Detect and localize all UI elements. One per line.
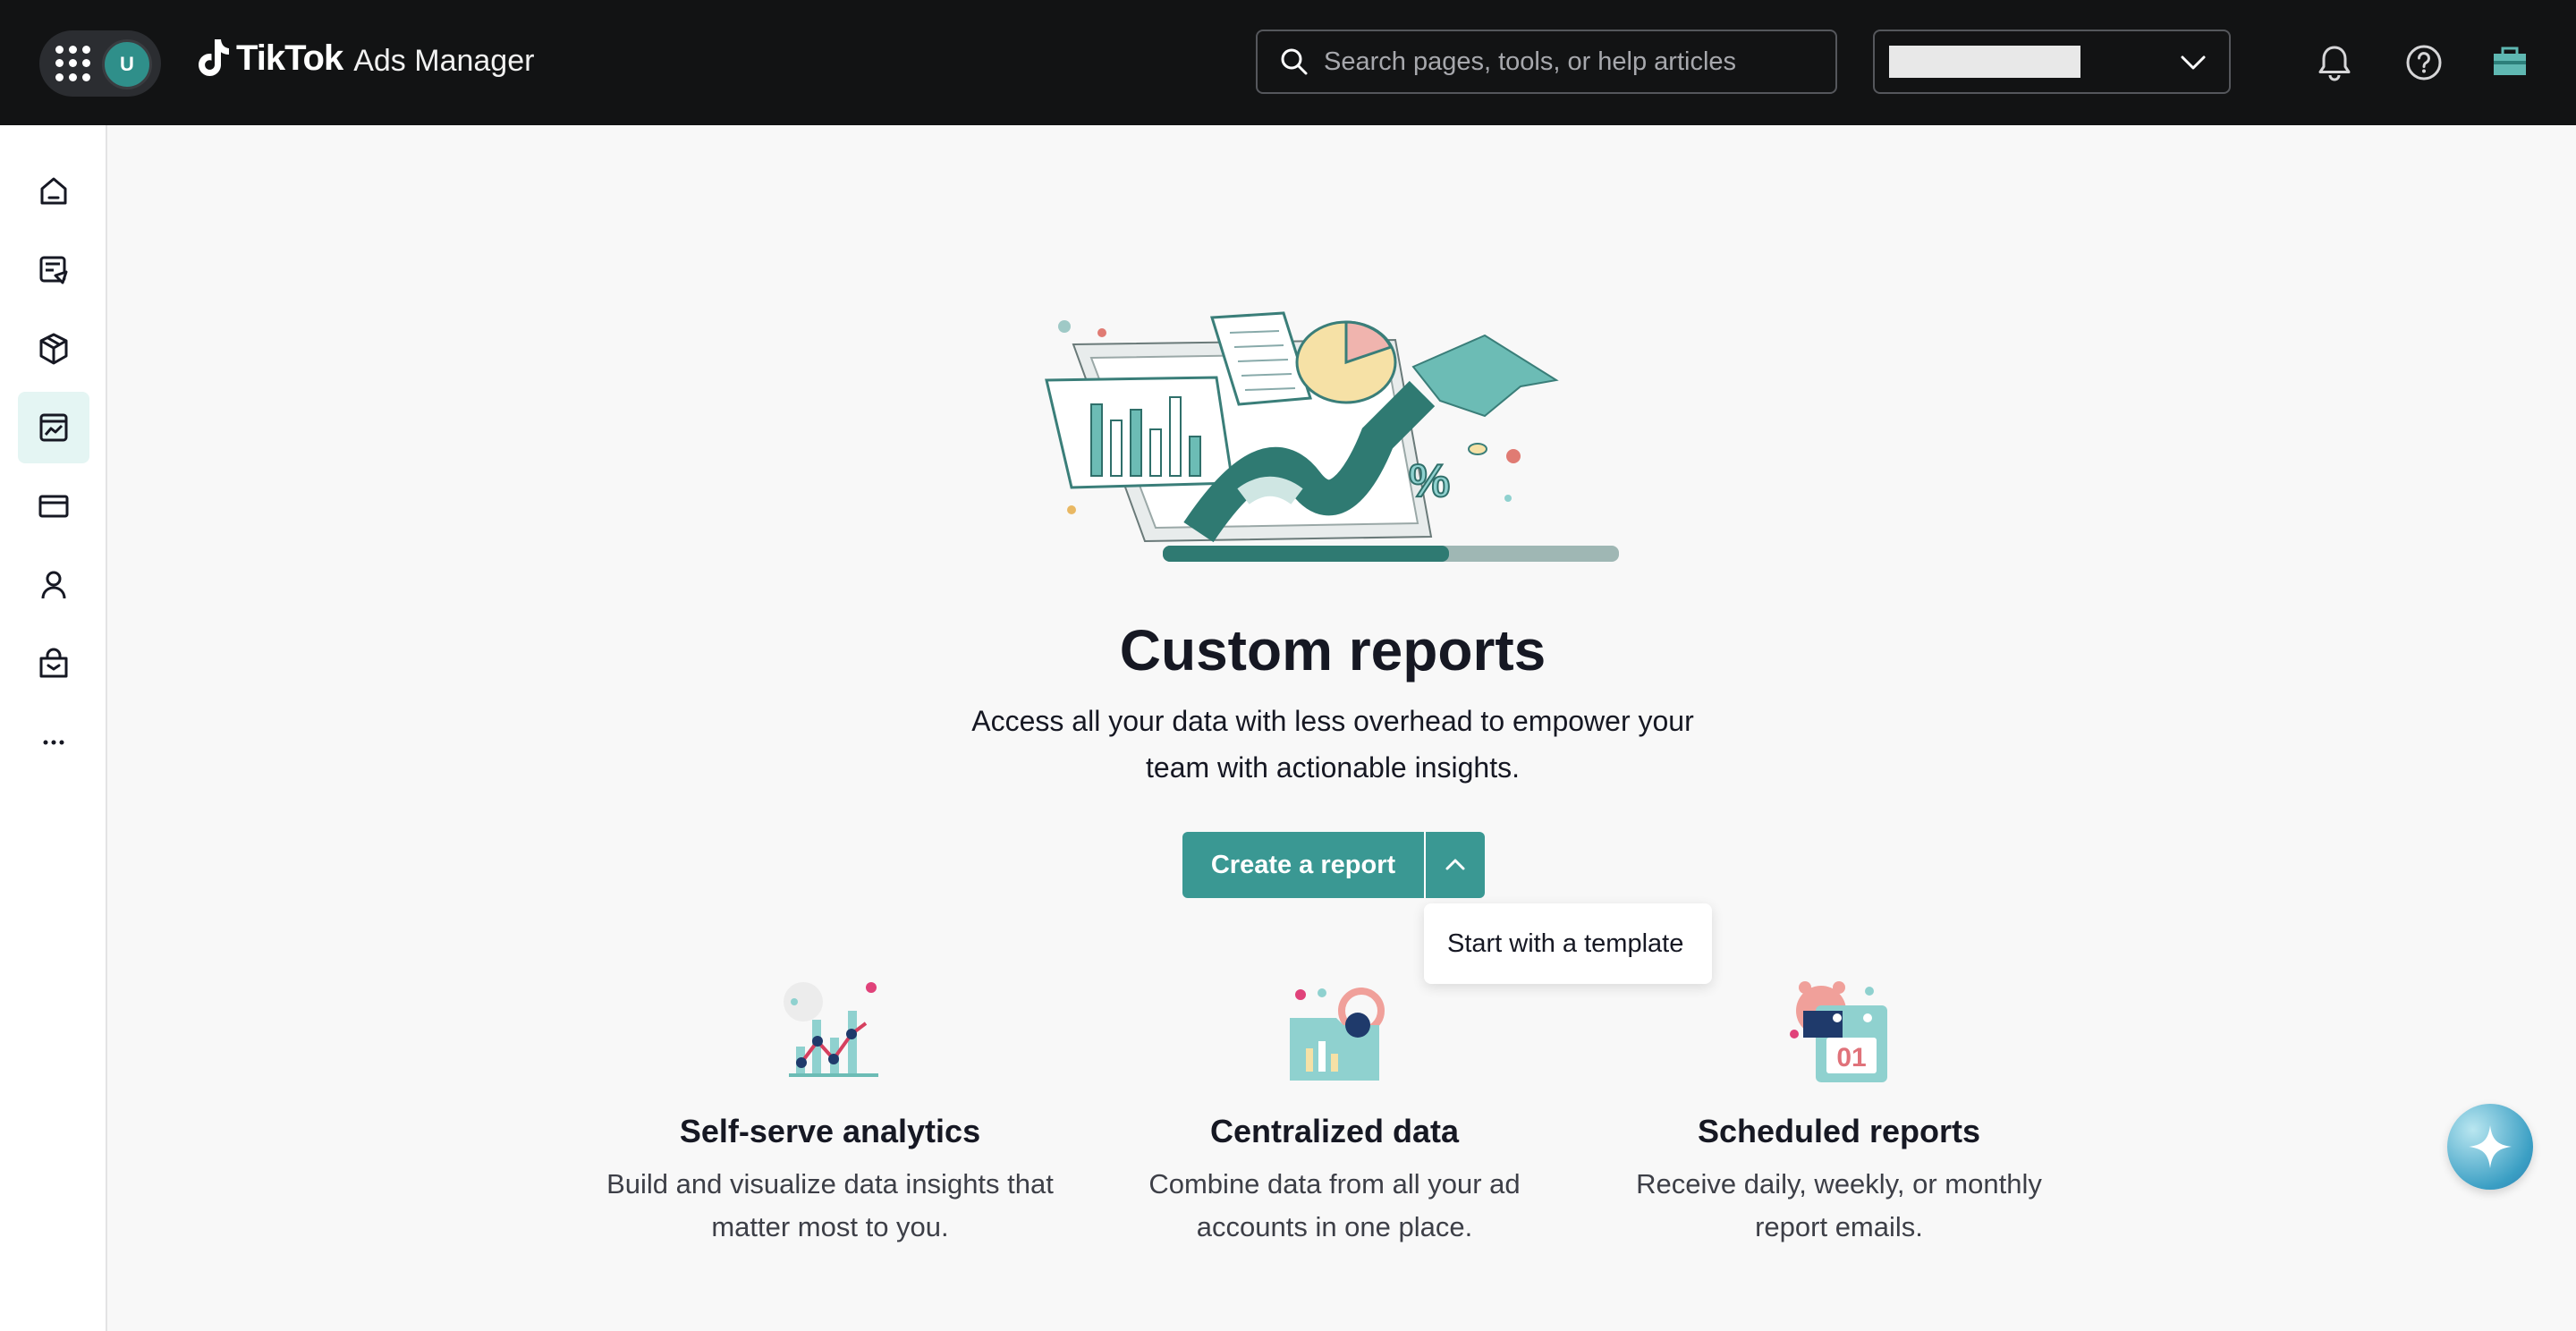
search-icon: [1281, 48, 1308, 75]
create-report-button[interactable]: Create a report: [1182, 832, 1424, 898]
help-icon: [2406, 45, 2442, 81]
reporting-icon: [39, 413, 68, 442]
sidebar-item-campaign[interactable]: [18, 234, 89, 306]
feature-self-serve-analytics: Self-serve analytics Build and visualize…: [597, 975, 1063, 1249]
tiktok-logo-icon: [199, 39, 229, 76]
chevron-up-icon: [1445, 859, 1465, 870]
grid-icon: [55, 46, 91, 81]
brand-subtitle: Ads Manager: [353, 43, 535, 78]
brand-name: TikTok: [236, 38, 343, 78]
svg-text:%: %: [1409, 455, 1450, 507]
help-button[interactable]: [2397, 36, 2451, 89]
feature-description: Build and visualize data insights that m…: [606, 1168, 1054, 1242]
feature-scheduled-reports: 01 Scheduled reports Receive daily, week…: [1606, 975, 2072, 1249]
sidebar-item-assets[interactable]: [18, 313, 89, 385]
brand-logo[interactable]: TikTok Ads Manager: [197, 38, 534, 79]
sidebar-item-more[interactable]: [18, 707, 89, 778]
assets-icon: [39, 333, 68, 365]
audience-icon: [41, 571, 66, 599]
account-selector[interactable]: [1873, 30, 2231, 94]
create-report-menu-toggle[interactable]: [1424, 832, 1485, 898]
page-title: Custom reports: [1119, 618, 1546, 682]
campaign-icon: [39, 256, 68, 284]
bell-icon: [2318, 46, 2351, 81]
chevron-down-icon: [2181, 55, 2206, 70]
app-switcher-button[interactable]: U: [39, 30, 161, 97]
ai-assistant-button[interactable]: [2447, 1104, 2533, 1190]
feature-description: Receive daily, weekly, or monthly report…: [1636, 1168, 2042, 1242]
account-name-redacted: [1889, 46, 2080, 78]
notifications-button[interactable]: [2308, 36, 2361, 89]
sidebar: [0, 125, 107, 1331]
search-bar[interactable]: [1256, 30, 1837, 94]
sidebar-item-audience[interactable]: [18, 549, 89, 621]
feature-title: Scheduled reports: [1697, 1113, 1981, 1149]
search-input[interactable]: [1324, 47, 1825, 77]
top-bar: U TikTok Ads Manager: [0, 0, 2576, 125]
svg-text:01: 01: [1836, 1043, 1866, 1072]
feature-title: Centralized data: [1209, 1113, 1460, 1149]
start-with-template-option[interactable]: Start with a template: [1424, 903, 1712, 984]
analytics-chart-icon: [784, 982, 878, 1077]
create-report-button-group: Create a report: [1182, 832, 1485, 898]
feature-description: Combine data from all your ad accounts i…: [1148, 1168, 1521, 1242]
business-center-button[interactable]: [2483, 36, 2537, 89]
avatar[interactable]: U: [102, 39, 152, 89]
feature-centralized-data: Centralized data Combine data from all y…: [1102, 975, 1567, 1249]
calendar-alarm-icon: 01: [1790, 981, 1887, 1082]
custom-reports-illustration: %: [1045, 311, 1619, 562]
more-icon: [43, 740, 64, 745]
sparkle-icon: [2469, 1125, 2512, 1168]
sidebar-item-reporting[interactable]: [18, 392, 89, 463]
home-icon: [40, 177, 67, 205]
sidebar-item-payment[interactable]: [18, 471, 89, 542]
sidebar-item-home[interactable]: [18, 156, 89, 227]
business-icon: [2494, 47, 2526, 75]
page-description: Access all your data with less overhead …: [971, 705, 1694, 784]
centralized-data-icon: [1290, 988, 1385, 1081]
feature-title: Self-serve analytics: [679, 1113, 981, 1149]
payment-icon: [38, 495, 69, 518]
